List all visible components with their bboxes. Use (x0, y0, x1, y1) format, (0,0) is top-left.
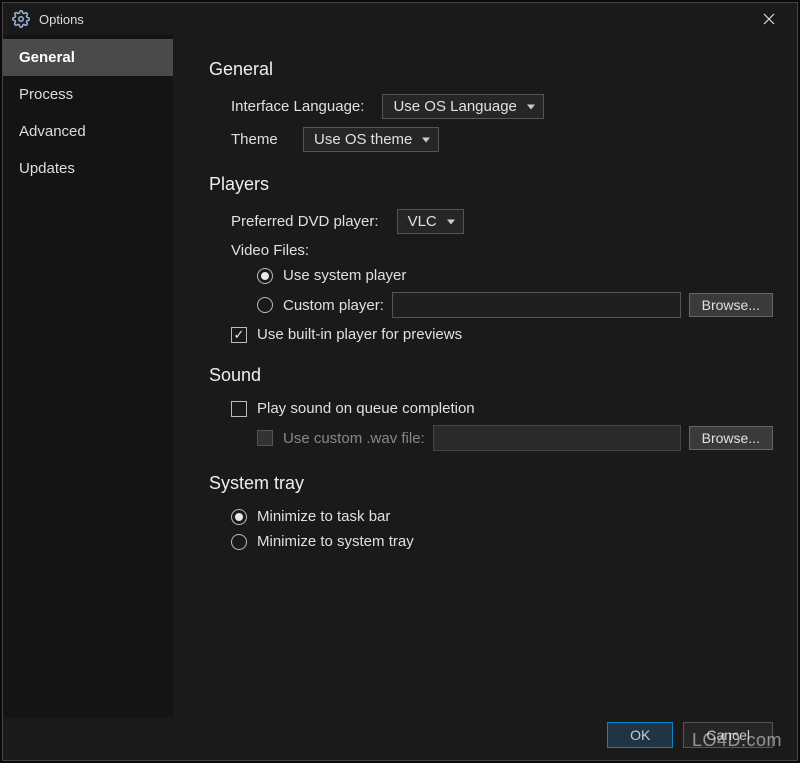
radio-icon (231, 534, 247, 550)
row-video-files-label: Video Files: (209, 242, 773, 259)
radio-label: Minimize to system tray (257, 533, 414, 550)
row-radio-tray: Minimize to system tray (209, 533, 773, 550)
sidebar: General Process Advanced Updates (3, 35, 173, 718)
row-play-sound: Play sound on queue completion (209, 400, 773, 417)
radio-custom-player[interactable]: Custom player: (257, 297, 384, 314)
theme-select[interactable]: Use OS theme (303, 127, 439, 152)
checkbox-custom-wav[interactable]: Use custom .wav file: (257, 430, 425, 447)
radio-icon (257, 297, 273, 313)
radio-label: Custom player: (283, 297, 384, 314)
window-body: General Process Advanced Updates General… (3, 35, 797, 718)
cancel-button[interactable]: Cancel (683, 722, 773, 748)
checkbox-label: Play sound on queue completion (257, 400, 475, 417)
gear-icon (11, 9, 31, 29)
sidebar-item-label: Advanced (19, 123, 86, 140)
radio-minimize-tray[interactable]: Minimize to system tray (231, 533, 414, 550)
checkbox-label: Use built-in player for previews (257, 326, 462, 343)
close-icon (763, 13, 775, 25)
checkbox-icon (231, 401, 247, 417)
row-theme: Theme Use OS theme (209, 127, 773, 152)
radio-icon (257, 268, 273, 284)
checkbox-builtin-preview[interactable]: Use built-in player for previews (231, 326, 462, 343)
sidebar-item-advanced[interactable]: Advanced (3, 113, 173, 150)
radio-icon (231, 509, 247, 525)
checkbox-icon (231, 327, 247, 343)
footer: OK Cancel (3, 718, 797, 760)
select-value: Use OS theme (314, 131, 412, 148)
ok-button[interactable]: OK (607, 722, 673, 748)
dvd-select[interactable]: VLC (397, 209, 464, 234)
radio-minimize-taskbar[interactable]: Minimize to task bar (231, 508, 390, 525)
row-radio-taskbar: Minimize to task bar (209, 508, 773, 525)
sidebar-item-label: Process (19, 86, 73, 103)
video-files-label: Video Files: (231, 242, 309, 259)
language-label: Interface Language: (231, 98, 364, 115)
window-title: Options (39, 12, 749, 27)
section-general: General Interface Language: Use OS Langu… (209, 59, 773, 152)
row-dvd-player: Preferred DVD player: VLC (209, 209, 773, 234)
radio-label: Use system player (283, 267, 406, 284)
section-heading-players: Players (209, 174, 773, 195)
checkbox-icon (257, 430, 273, 446)
row-language: Interface Language: Use OS Language (209, 94, 773, 119)
section-heading-general: General (209, 59, 773, 80)
sidebar-item-general[interactable]: General (3, 39, 173, 76)
radio-system-player[interactable]: Use system player (257, 267, 406, 284)
select-value: VLC (408, 213, 437, 230)
sidebar-item-label: Updates (19, 160, 75, 177)
row-radio-custom-player: Custom player: Browse... (209, 292, 773, 318)
section-systray: System tray Minimize to task bar Minimiz… (209, 473, 773, 550)
radio-label: Minimize to task bar (257, 508, 390, 525)
sidebar-item-label: General (19, 49, 75, 66)
section-heading-systray: System tray (209, 473, 773, 494)
browse-wav-button[interactable]: Browse... (689, 426, 773, 450)
row-radio-system-player: Use system player (209, 267, 773, 284)
row-custom-wav: Use custom .wav file: Browse... (209, 425, 773, 451)
sidebar-item-updates[interactable]: Updates (3, 150, 173, 187)
section-sound: Sound Play sound on queue completion Use… (209, 365, 773, 451)
select-value: Use OS Language (393, 98, 516, 115)
row-builtin-preview: Use built-in player for previews (209, 326, 773, 343)
language-select[interactable]: Use OS Language (382, 94, 543, 119)
options-window: Options General Process Advanced Updates… (2, 2, 798, 761)
custom-wav-input[interactable] (433, 425, 681, 451)
custom-player-input[interactable] (392, 292, 681, 318)
sidebar-item-process[interactable]: Process (3, 76, 173, 113)
section-players: Players Preferred DVD player: VLC Video … (209, 174, 773, 343)
checkbox-label: Use custom .wav file: (283, 430, 425, 447)
titlebar: Options (3, 3, 797, 35)
close-button[interactable] (749, 5, 789, 33)
content-pane: General Interface Language: Use OS Langu… (173, 35, 797, 718)
theme-label: Theme (231, 131, 285, 148)
checkbox-play-sound[interactable]: Play sound on queue completion (231, 400, 475, 417)
section-heading-sound: Sound (209, 365, 773, 386)
dvd-label: Preferred DVD player: (231, 213, 379, 230)
browse-custom-player-button[interactable]: Browse... (689, 293, 773, 317)
